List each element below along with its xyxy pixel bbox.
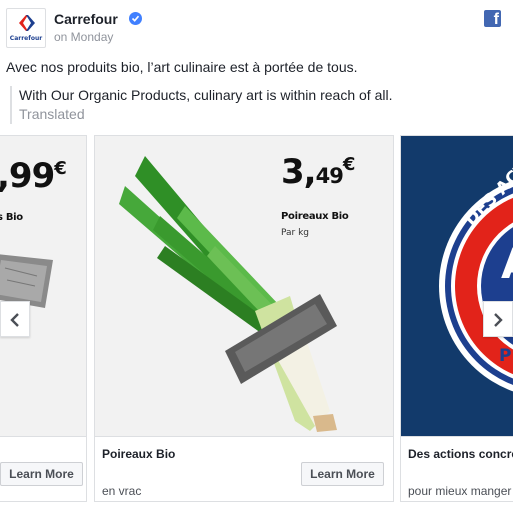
avatar[interactable]: Carrefour [6, 8, 46, 48]
translation-block: With Our Organic Products, culinary art … [10, 86, 410, 124]
translated-label[interactable]: Translated [19, 104, 410, 124]
carrefour-logo-icon [19, 15, 35, 31]
card-title[interactable]: Poireaux Bio [102, 447, 175, 461]
leek-image [119, 156, 337, 432]
card-description: pour mieux manger [408, 484, 512, 498]
badge-letter: A [501, 239, 513, 288]
card-title[interactable]: Des actions concre [408, 447, 513, 461]
chevron-right-icon [494, 313, 503, 327]
card-image[interactable]: DES ACTION A P [401, 136, 513, 436]
card-footer: Learn More [0, 436, 86, 501]
card-image[interactable]: 3,49€ Poireaux Bio Par kg [95, 136, 393, 436]
post-header: Carrefour Carrefour on Monday f [6, 8, 506, 48]
facebook-icon[interactable]: f [484, 10, 501, 28]
verified-badge-icon [129, 12, 142, 25]
avatar-text: Carrefour [9, 35, 43, 42]
post-text: Avec nos produits bio, l’art culinaire e… [6, 59, 358, 75]
translation-text: With Our Organic Products, culinary art … [19, 87, 393, 103]
post-timestamp[interactable]: on Monday [54, 30, 113, 44]
carousel-next-button[interactable] [483, 301, 513, 337]
card-image[interactable]: ,99€ s Bio [0, 136, 86, 436]
price: ,99€ [0, 156, 67, 196]
badge-bottom-text: P [499, 346, 512, 366]
card-footer: Poireaux Bio Learn More en vrac [95, 436, 393, 501]
product-name: s Bio [0, 212, 23, 223]
card-description: en vrac [102, 484, 142, 498]
carousel-card-2[interactable]: 3,49€ Poireaux Bio Par kg Poireaux Bio L… [94, 135, 394, 502]
carousel-prev-button[interactable] [0, 301, 30, 337]
chevron-left-icon [10, 313, 19, 327]
learn-more-button[interactable]: Learn More [0, 462, 83, 486]
page-name[interactable]: Carrefour [54, 11, 118, 27]
carousel: ,99€ s Bio Learn More 3,49€ Poireaux Bio… [0, 135, 513, 505]
learn-more-button[interactable]: Learn More [301, 462, 384, 486]
card-footer: Des actions concre pour mieux manger [401, 436, 513, 501]
